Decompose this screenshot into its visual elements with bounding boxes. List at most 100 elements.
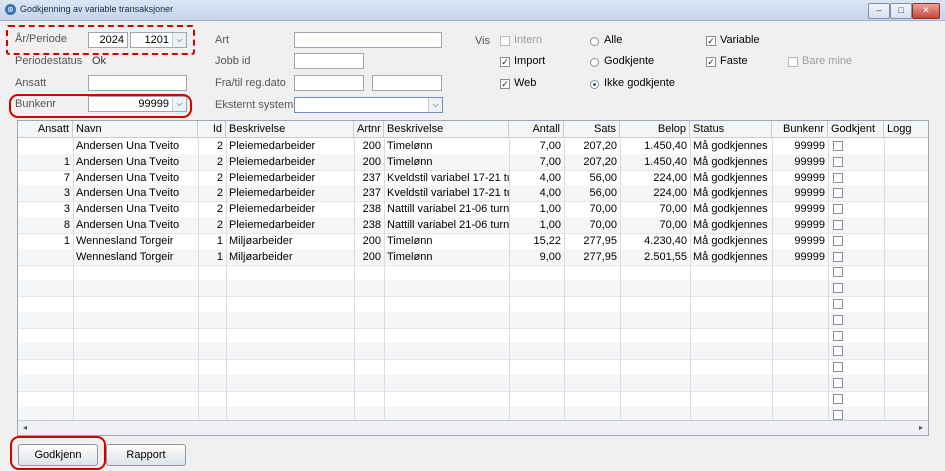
column-divider xyxy=(226,137,227,421)
transactions-grid[interactable]: Ansatt Navn Id Beskrivelse Artnr Beskriv… xyxy=(17,120,929,436)
scroll-right-icon[interactable]: ▸ xyxy=(915,422,927,433)
table-row[interactable]: 1 Wennesland Torgeir 1 Miljøarbeider 200 Time… xyxy=(18,233,928,250)
maximize-button[interactable]: □ xyxy=(890,3,912,19)
bare-mine-checkbox[interactable] xyxy=(788,57,798,67)
col-art-beskrivelse[interactable]: Beskrivelse xyxy=(384,121,509,137)
table-row[interactable] xyxy=(18,280,928,298)
godkjent-checkbox[interactable] xyxy=(833,235,843,246)
art-input[interactable] xyxy=(294,32,442,48)
title-bar: ⊛ Godkjenning av variable transaksjoner … xyxy=(0,0,945,21)
col-id[interactable]: Id xyxy=(198,121,226,137)
import-checkbox[interactable]: ✓ xyxy=(500,57,510,67)
jobb-id-input[interactable] xyxy=(294,53,364,69)
eksternt-system-select[interactable]: ⌵ xyxy=(294,97,443,113)
column-divider xyxy=(384,137,385,421)
col-sats[interactable]: Sats xyxy=(564,121,620,137)
periodestatus-label: Periodestatus xyxy=(15,55,83,67)
cell-beskrivelse: Pleiemedarbeider xyxy=(229,203,316,216)
table-row[interactable]: 1 Andersen Una Tveito 2 Pleiemedarbeider 200… xyxy=(18,153,928,171)
cell-art-beskrivelse: Timelønn xyxy=(387,140,433,152)
cell-navn: Wennesland Torgeir xyxy=(76,234,174,247)
intern-label: Intern xyxy=(514,34,543,46)
cell-id: 1 xyxy=(216,250,223,263)
col-belop[interactable]: Belop xyxy=(620,121,690,137)
column-divider xyxy=(772,137,773,421)
horizontal-scrollbar[interactable]: ◂ ▸ xyxy=(18,420,928,435)
godkjent-checkbox[interactable] xyxy=(833,267,843,278)
window-title: Godkjenning av variable transaksjoner xyxy=(20,4,174,14)
cell-ansatt xyxy=(18,249,73,265)
cell-id: 2 xyxy=(216,140,223,152)
col-antall[interactable]: Antall xyxy=(509,121,564,137)
cell-logg xyxy=(884,217,928,233)
cell-bunkenr: 99999 xyxy=(794,250,825,263)
variable-checkbox[interactable]: ✓ xyxy=(706,36,716,46)
col-godkjent[interactable]: Godkjent xyxy=(828,121,884,137)
col-ansatt[interactable]: Ansatt xyxy=(18,121,73,137)
fra-dato-input[interactable] xyxy=(294,75,364,91)
godkjent-checkbox[interactable] xyxy=(833,378,843,388)
table-row[interactable]: Wennesland Torgeir 1 Miljøarbeider 200 Timel… xyxy=(18,248,928,266)
table-row[interactable]: 3 Andersen Una Tveito 2 Pleiemedarbeider 237… xyxy=(18,185,928,203)
table-row[interactable]: 8 Andersen Una Tveito 2 Pleiemedarbeider 238… xyxy=(18,217,928,234)
table-row[interactable] xyxy=(18,328,928,345)
table-row[interactable]: 7 Andersen Una Tveito 2 Pleiemedarbeider 237… xyxy=(18,170,928,187)
highlight-bunkenr xyxy=(9,94,192,118)
table-row[interactable]: Andersen Una Tveito 2 Pleiemedarbeider 200 T… xyxy=(18,138,928,155)
cell-id: 2 xyxy=(216,219,223,231)
cell-sats: 70,00 xyxy=(589,203,617,216)
ikke-godkjente-radio[interactable] xyxy=(590,80,599,89)
cell-beskrivelse: Miljøarbeider xyxy=(229,234,293,247)
scroll-left-icon[interactable]: ◂ xyxy=(19,422,31,433)
table-row[interactable] xyxy=(18,343,928,361)
godkjent-checkbox[interactable] xyxy=(833,156,843,167)
table-row[interactable] xyxy=(18,311,928,329)
til-dato-input[interactable] xyxy=(372,75,442,91)
col-logg[interactable]: Logg xyxy=(884,121,928,137)
table-row[interactable] xyxy=(18,264,928,282)
cell-artnr: 200 xyxy=(362,155,381,168)
godkjent-checkbox[interactable] xyxy=(833,141,843,151)
godkjent-checkbox[interactable] xyxy=(833,220,843,230)
godkjent-checkbox[interactable] xyxy=(833,188,843,199)
table-row[interactable] xyxy=(18,359,928,377)
close-button[interactable]: ✕ xyxy=(912,3,940,19)
col-status[interactable]: Status xyxy=(690,121,772,137)
ansatt-input[interactable] xyxy=(88,75,187,91)
godkjent-checkbox[interactable] xyxy=(833,172,843,183)
godkjent-checkbox[interactable] xyxy=(833,362,843,373)
chevron-down-icon[interactable]: ⌵ xyxy=(428,98,442,112)
cell-ansatt: 3 xyxy=(63,187,70,200)
intern-checkbox[interactable] xyxy=(500,36,510,46)
table-row[interactable] xyxy=(18,375,928,392)
table-row[interactable] xyxy=(18,296,928,313)
web-checkbox[interactable]: ✓ xyxy=(500,79,510,89)
godkjent-checkbox[interactable] xyxy=(833,346,843,357)
table-row[interactable]: 3 Andersen Una Tveito 2 Pleiemedarbeider 238… xyxy=(18,201,928,219)
col-bunkenr[interactable]: Bunkenr xyxy=(772,121,828,137)
godkjent-checkbox[interactable] xyxy=(833,251,843,262)
col-beskrivelse[interactable]: Beskrivelse xyxy=(226,121,354,137)
cell-beskrivelse: Pleiemedarbeider xyxy=(229,155,316,168)
cell-status: Må godkjennes xyxy=(693,203,768,216)
godkjent-checkbox[interactable] xyxy=(833,299,843,309)
faste-checkbox[interactable]: ✓ xyxy=(706,57,716,67)
minimize-button[interactable]: – xyxy=(868,3,890,19)
cell-artnr: 238 xyxy=(362,219,381,231)
godkjent-checkbox[interactable] xyxy=(833,314,843,325)
alle-radio[interactable] xyxy=(590,37,599,46)
table-row[interactable] xyxy=(18,391,928,408)
cell-navn: Andersen Una Tveito xyxy=(76,203,180,216)
godkjent-checkbox[interactable] xyxy=(833,283,843,294)
fra-til-label: Fra/til reg.dato xyxy=(215,77,286,89)
rapport-button[interactable]: Rapport xyxy=(106,444,186,466)
column-divider xyxy=(354,137,355,421)
cell-belop: 224,00 xyxy=(653,171,687,184)
godkjente-radio[interactable] xyxy=(590,58,599,67)
godkjent-checkbox[interactable] xyxy=(833,204,843,215)
col-navn[interactable]: Navn xyxy=(73,121,198,137)
godkjent-checkbox[interactable] xyxy=(833,393,843,404)
godkjent-checkbox[interactable] xyxy=(833,330,843,341)
col-artnr[interactable]: Artnr xyxy=(354,121,384,137)
godkjent-checkbox[interactable] xyxy=(833,409,843,420)
